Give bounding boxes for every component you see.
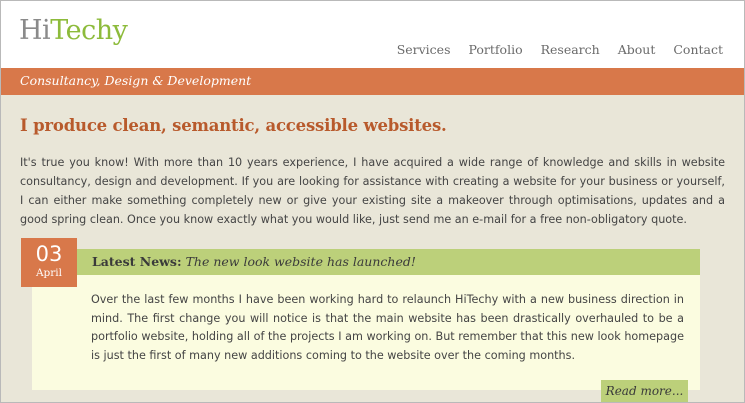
nav-about[interactable]: About [618, 42, 656, 57]
logo-text-techy: Techy [50, 15, 128, 46]
nav-services[interactable]: Services [397, 42, 451, 57]
nav-research[interactable]: Research [541, 42, 600, 57]
logo-text-hi: Hi [19, 15, 51, 46]
date-month: April [35, 267, 63, 279]
date-day: 03 [35, 242, 63, 266]
nav-contact[interactable]: Contact [673, 42, 723, 57]
news-body: Over the last few months I have been wor… [32, 275, 700, 390]
site-header: HiTechy Services Portfolio Research Abou… [0, 0, 745, 68]
news-label: Latest News: [92, 254, 182, 269]
news-title: Latest News: The new look website has la… [92, 254, 416, 269]
intro-paragraph: It's true you know! With more than 10 ye… [20, 156, 725, 226]
main-nav: Services Portfolio Research About Contac… [397, 42, 723, 57]
news-header-bar: Latest News: The new look website has la… [32, 249, 700, 275]
tagline-text: Consultancy, Design & Development [20, 73, 252, 88]
news-body-text: Over the last few months I have been wor… [91, 293, 684, 362]
site-logo[interactable]: HiTechy [19, 15, 128, 46]
read-more-button[interactable]: Read more... [601, 380, 688, 402]
nav-portfolio[interactable]: Portfolio [469, 42, 523, 57]
date-badge: 03 April [21, 238, 77, 287]
page-headline: I produce clean, semantic, accessible we… [20, 116, 447, 135]
tagline-bar: Consultancy, Design & Development [0, 68, 745, 95]
news-headline[interactable]: The new look website has launched! [186, 254, 416, 269]
